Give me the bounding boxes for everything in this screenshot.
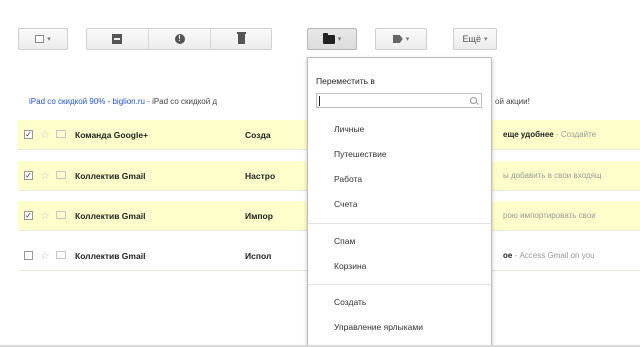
- spam-icon: !: [174, 34, 185, 44]
- message-subject: Настро: [245, 171, 276, 181]
- menu-divider: [308, 223, 491, 224]
- message-snippet: - Access Gmail on you: [512, 251, 595, 260]
- message-sender: Команда Google+: [75, 130, 149, 140]
- text-cursor: [319, 96, 320, 106]
- select-dropdown-button[interactable]: ▾: [18, 28, 68, 50]
- message-subject-tail: ое: [503, 251, 513, 260]
- message-preview: рою импортировать свои: [503, 211, 596, 220]
- message-sender: Коллектив Gmail: [75, 211, 146, 221]
- more-button-label: Ещё: [462, 34, 481, 44]
- more-button[interactable]: Ещё ▾: [453, 28, 497, 50]
- chevron-down-icon: ▾: [47, 36, 51, 43]
- message-snippet: рою импортировать свои: [503, 211, 596, 220]
- tag-icon: [392, 35, 403, 43]
- row-checkbox[interactable]: ✓: [24, 171, 33, 180]
- label-search-input[interactable]: [316, 93, 482, 108]
- row-checkbox[interactable]: ✓: [24, 211, 33, 220]
- menu-item-manage-labels[interactable]: Управление ярлыками: [334, 322, 423, 332]
- menu-title: Переместить в: [316, 76, 375, 86]
- ad-link[interactable]: iPad со скидкой 90%: [29, 97, 105, 106]
- message-snippet: - Создайте: [553, 130, 597, 139]
- menu-item-trash[interactable]: Корзина: [334, 261, 366, 271]
- important-marker-icon[interactable]: [56, 130, 66, 138]
- ad-domain-link[interactable]: biglion.ru: [112, 97, 144, 106]
- star-icon[interactable]: ☆: [40, 169, 50, 182]
- labels-button[interactable]: ▾: [375, 28, 427, 50]
- ad-text: - iPad со скидкой д: [144, 97, 218, 106]
- message-sender: Коллектив Gmail: [75, 251, 146, 261]
- report-spam-button[interactable]: !: [149, 28, 210, 50]
- ad-line: iPad со скидкой 90% - biglion.ru - iPad …: [29, 97, 217, 106]
- chevron-down-icon: ▾: [337, 36, 342, 43]
- message-snippet: ы добавить в свои входящ: [503, 171, 602, 180]
- move-to-button[interactable]: ▾: [307, 28, 357, 50]
- ad-tail-text: ой акции!: [495, 97, 530, 106]
- menu-item-spam[interactable]: Спам: [334, 236, 355, 246]
- search-icon: [470, 97, 477, 104]
- message-subject: Созда: [245, 130, 271, 140]
- message-preview: ое - Access Gmail on you: [503, 251, 595, 260]
- row-checkbox[interactable]: ✓: [24, 130, 33, 139]
- menu-item-receipts[interactable]: Счета: [334, 199, 357, 209]
- menu-item-personal[interactable]: Личные: [334, 124, 364, 134]
- star-icon[interactable]: ☆: [40, 249, 50, 262]
- message-preview: еще удобнее - Создайте: [503, 130, 596, 139]
- move-to-menu: Переместить в Личные Путешествие Работа …: [307, 57, 492, 347]
- row-checkbox[interactable]: [24, 251, 33, 260]
- message-subject: Испол: [245, 251, 272, 261]
- important-marker-icon[interactable]: [56, 171, 66, 179]
- star-icon[interactable]: ☆: [40, 128, 50, 141]
- important-marker-icon[interactable]: [56, 211, 66, 219]
- message-subject-tail: еще удобнее: [503, 130, 554, 139]
- important-marker-icon[interactable]: [56, 251, 66, 259]
- message-preview: ы добавить в свои входящ: [503, 171, 602, 180]
- delete-button[interactable]: [211, 28, 272, 50]
- trash-icon: [237, 32, 246, 44]
- menu-item-create-label[interactable]: Создать: [334, 297, 366, 307]
- star-icon[interactable]: ☆: [40, 209, 50, 222]
- chevron-down-icon: ▾: [483, 36, 488, 43]
- checkbox-icon: [35, 35, 45, 43]
- menu-item-travel[interactable]: Путешествие: [334, 149, 387, 159]
- archive-button[interactable]: [86, 28, 148, 50]
- archive-icon: [112, 34, 122, 44]
- message-subject: Импор: [245, 211, 273, 221]
- menu-divider: [308, 284, 491, 285]
- chevron-down-icon: ▾: [405, 36, 410, 43]
- folder-icon: [322, 32, 335, 44]
- message-sender: Коллектив Gmail: [75, 171, 146, 181]
- menu-item-work[interactable]: Работа: [334, 174, 362, 184]
- ad-text-tail: ой акции!: [495, 97, 530, 106]
